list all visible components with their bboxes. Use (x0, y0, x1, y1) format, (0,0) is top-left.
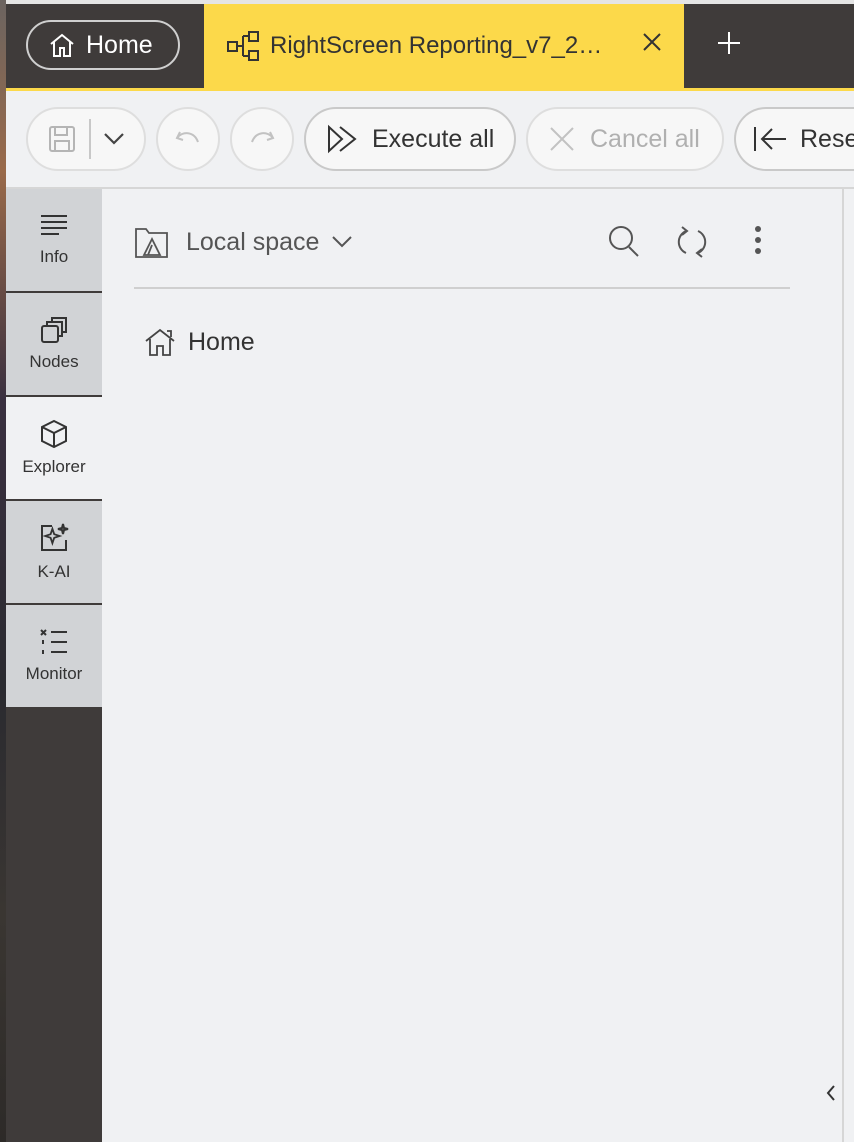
sidebar-item-label: Info (39, 247, 69, 266)
sidebar-item-explorer[interactable]: Explorer (6, 397, 102, 499)
explorer-home-item[interactable]: Home (144, 327, 255, 357)
sidebar-item-label: Nodes (29, 352, 79, 371)
sparkle-icon (38, 522, 70, 554)
home-icon (144, 327, 176, 357)
tab-bar: Home RightScreen Reporting_v7_2… (6, 0, 854, 88)
sidebar-item-monitor[interactable]: Monitor (6, 605, 102, 707)
sidebar-item-k-ai[interactable]: K-AI (6, 501, 102, 603)
save-divider (89, 119, 91, 159)
sidebar-item-label: K-AI (37, 562, 71, 581)
redo-button[interactable] (230, 107, 294, 171)
header-divider (134, 287, 790, 289)
undo-icon (174, 128, 202, 150)
monitor-list-icon (39, 628, 69, 656)
right-panel-edge (842, 189, 854, 1142)
search-icon[interactable] (608, 225, 640, 259)
new-tab-icon[interactable] (716, 30, 742, 56)
toolbar: Execute all Cancel all Rese (6, 91, 854, 189)
execute-all-label: Execute all (372, 124, 495, 153)
cancel-all-button[interactable]: Cancel all (526, 107, 724, 171)
home-tab[interactable]: Home (26, 20, 180, 70)
more-options-icon[interactable] (754, 225, 762, 255)
workflow-icon (226, 30, 260, 62)
save-options-chevron-icon[interactable] (103, 132, 125, 146)
close-tab-icon[interactable] (640, 30, 664, 54)
explorer-home-label: Home (188, 327, 255, 356)
refresh-icon[interactable] (676, 225, 708, 259)
local-space-icon (134, 225, 170, 259)
nodes-icon (40, 316, 68, 344)
reset-all-label: Rese (800, 124, 854, 153)
sidebar-item-label: Monitor (25, 664, 83, 683)
explorer-panel: Local space Home (102, 189, 842, 1142)
reset-arrow-icon (752, 125, 788, 153)
collapse-panel-chevron-icon[interactable] (824, 1083, 838, 1103)
info-lines-icon (39, 213, 69, 239)
home-tab-label: Home (86, 30, 153, 59)
reset-all-button[interactable]: Rese (734, 107, 854, 171)
workflow-tab-label: RightScreen Reporting_v7_2… (270, 32, 603, 59)
chevron-down-icon (331, 235, 353, 249)
sidebar-item-info[interactable]: Info (6, 189, 102, 291)
cube-icon (39, 419, 69, 449)
side-navigation: Info Nodes Explorer K-AI Monitor (6, 189, 102, 1142)
sidebar-item-nodes[interactable]: Nodes (6, 293, 102, 395)
save-button-group[interactable] (26, 107, 146, 171)
save-icon[interactable] (47, 124, 77, 154)
execute-all-button[interactable]: Execute all (304, 107, 516, 171)
undo-button[interactable] (156, 107, 220, 171)
cancel-icon (548, 125, 576, 153)
home-icon (48, 32, 76, 58)
sidebar-item-label: Explorer (22, 457, 86, 476)
redo-icon (248, 128, 276, 150)
space-label: Local space (186, 227, 320, 256)
cancel-all-label: Cancel all (590, 124, 700, 153)
workflow-tab[interactable]: RightScreen Reporting_v7_2… (204, 4, 684, 88)
fast-forward-icon (326, 124, 358, 154)
